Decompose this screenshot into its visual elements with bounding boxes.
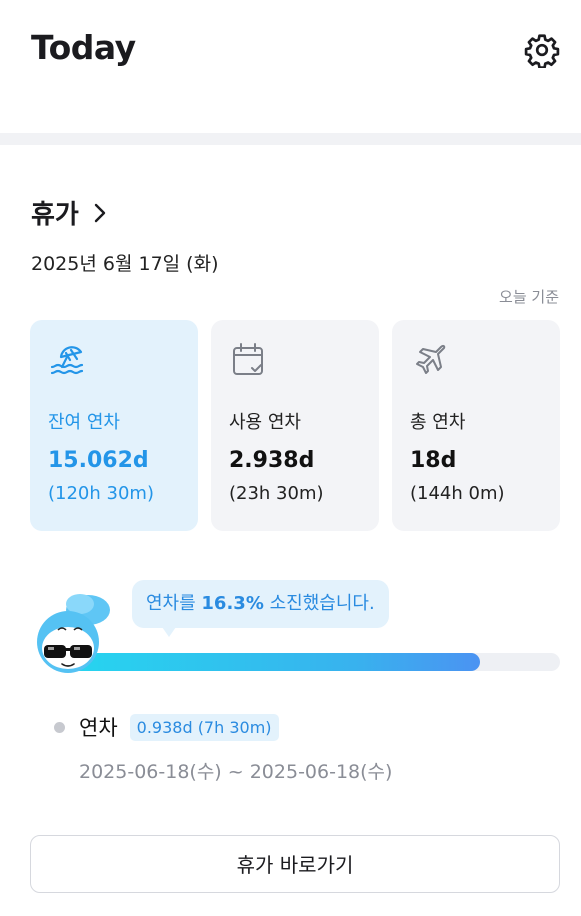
card-label: 잔여 연차 <box>48 412 120 433</box>
used-leave-card[interactable]: 사용 연차 2.938d (23h 30m) <box>211 320 379 531</box>
today-date: 2025년 6월 17일 (화) <box>31 253 219 275</box>
entry-date-range: 2025-06-18(수) ~ 2025-06-18(수) <box>79 761 393 783</box>
gear-icon[interactable] <box>524 32 560 68</box>
go-to-vacation-button[interactable]: 휴가 바로가기 <box>30 835 560 893</box>
airplane-icon <box>416 344 446 374</box>
section-divider <box>0 133 581 145</box>
card-hours: (144h 0m) <box>410 483 505 504</box>
header: Today <box>0 0 581 132</box>
card-days: 2.938d <box>229 448 315 473</box>
usage-suffix: 소진했습니다. <box>263 593 375 614</box>
page-title: Today <box>31 28 136 67</box>
usage-tooltip: 연차를 16.3% 소진했습니다. <box>132 580 389 637</box>
mascot-icon <box>37 594 110 673</box>
entry-badge: 0.938d (7h 30m) <box>129 713 279 741</box>
card-hours: (120h 30m) <box>48 483 154 504</box>
usage-prefix: 연차를 <box>146 593 202 614</box>
vacation-section-link[interactable]: 휴가 <box>31 194 107 231</box>
total-leave-card[interactable]: 총 연차 18d (144h 0m) <box>392 320 560 531</box>
card-label: 총 연차 <box>410 412 466 433</box>
calendar-check-icon <box>233 343 263 375</box>
entry-label: 연차 <box>79 716 118 740</box>
card-days: 18d <box>410 448 457 473</box>
basis-label: 오늘 기준 <box>499 288 559 306</box>
card-hours: (23h 30m) <box>229 483 324 504</box>
section-title: 휴가 <box>31 200 79 230</box>
usage-percent: 16.3% <box>201 593 264 614</box>
remaining-leave-card[interactable]: 잔여 연차 15.062d (120h 30m) <box>30 320 198 531</box>
chevron-right-icon <box>94 203 106 222</box>
usage-progress-track <box>60 653 560 671</box>
leave-entry[interactable]: 연차 0.938d (7h 30m) <box>54 712 279 742</box>
card-days: 15.062d <box>48 448 149 473</box>
entry-dot <box>54 721 65 733</box>
beach-umbrella-icon <box>50 346 84 375</box>
card-label: 사용 연차 <box>229 412 301 433</box>
usage-progress-fill <box>60 653 480 671</box>
